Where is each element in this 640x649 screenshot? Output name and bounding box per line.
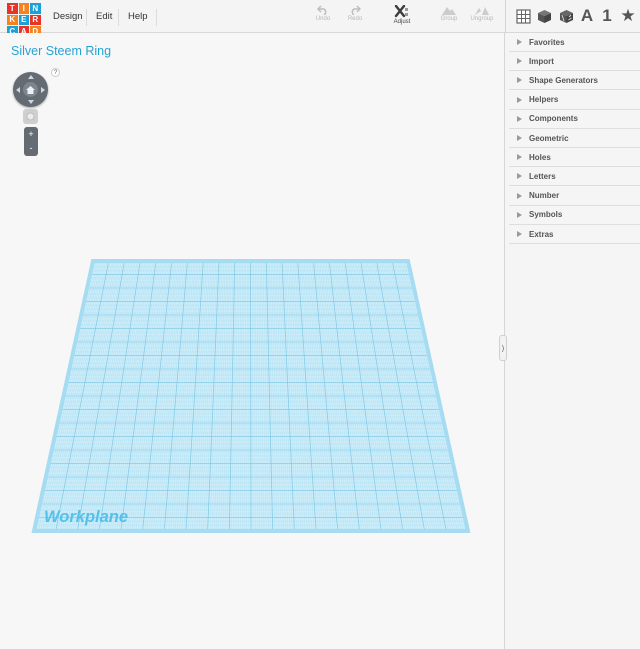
ungroup-label: Ungroup xyxy=(470,16,494,22)
undo-icon xyxy=(317,5,327,15)
workplane-canvas[interactable]: Workplane xyxy=(0,33,504,649)
category-helpers[interactable]: Helpers xyxy=(509,91,640,110)
category-label: Letters xyxy=(529,171,556,181)
expand-arrow-icon xyxy=(517,154,522,161)
category-symbols[interactable]: Symbols xyxy=(509,206,640,225)
category-letters[interactable]: Letters xyxy=(509,167,640,187)
workplane-label: Workplane xyxy=(44,508,128,526)
category-label: Components xyxy=(529,114,578,124)
category-label: Symbols xyxy=(529,210,563,220)
redo-label: Redo xyxy=(347,16,363,22)
home-view-button[interactable] xyxy=(23,82,38,97)
menu-help[interactable]: Help xyxy=(123,0,153,33)
fit-view-icon xyxy=(26,112,35,121)
category-import[interactable]: Import xyxy=(509,52,640,72)
logo-letter: T xyxy=(7,3,18,14)
expand-arrow-icon xyxy=(517,58,522,65)
collapse-panel-button[interactable]: ⟩ xyxy=(499,335,507,361)
category-label: Holes xyxy=(529,152,551,162)
expand-arrow-icon xyxy=(517,135,522,141)
logo-letter: I xyxy=(18,3,29,14)
zoom-controls: + - xyxy=(24,127,38,156)
expand-arrow-icon xyxy=(517,77,522,84)
ungroup-icon xyxy=(475,7,489,15)
category-shape-generators[interactable]: Shape Generators xyxy=(509,71,640,91)
category-extras[interactable]: Extras xyxy=(509,225,640,244)
category-label: Helpers xyxy=(529,95,559,105)
project-title[interactable]: Silver Steem Ring xyxy=(11,44,111,58)
undo-button[interactable]: Undo xyxy=(306,5,340,22)
category-label: Shape Generators xyxy=(529,75,598,85)
design-workspace[interactable]: Workplane Silver Steem Ring ? + - xyxy=(0,33,504,649)
category-holes[interactable]: Holes xyxy=(509,148,640,168)
category-geometric[interactable]: Geometric xyxy=(509,129,640,148)
expand-arrow-icon xyxy=(517,96,522,103)
category-number[interactable]: Number xyxy=(509,187,640,206)
expand-arrow-icon xyxy=(517,39,522,45)
expand-arrow-icon xyxy=(517,192,522,199)
expand-arrow-icon xyxy=(517,211,522,218)
orbit-left-icon[interactable] xyxy=(16,86,20,93)
category-label: Favorites xyxy=(529,37,565,47)
category-label: Extras xyxy=(529,229,554,239)
zoom-out-button[interactable]: - xyxy=(24,141,38,155)
menu-design[interactable]: Design xyxy=(48,0,88,33)
menu-edit[interactable]: Edit xyxy=(91,0,117,33)
menu-divider xyxy=(86,9,87,26)
solid-box-icon[interactable] xyxy=(534,6,554,26)
star-icon[interactable]: ★ xyxy=(618,6,638,26)
toolbar-divider xyxy=(505,0,506,33)
fit-view-button[interactable] xyxy=(23,109,38,124)
help-icon[interactable]: ? xyxy=(51,68,60,77)
view-cube-navigator[interactable] xyxy=(13,72,48,107)
undo-label: Undo xyxy=(315,16,331,22)
redo-button[interactable]: Redo xyxy=(338,5,372,22)
logo-letter: K xyxy=(7,14,18,25)
ungroup-button[interactable]: Ungroup xyxy=(465,5,499,22)
menu-divider xyxy=(156,9,157,26)
menu-divider xyxy=(118,9,119,26)
textured-box-icon[interactable] xyxy=(556,6,576,26)
expand-arrow-icon xyxy=(517,231,522,237)
zoom-in-button[interactable]: + xyxy=(24,127,38,141)
top-toolbar: TINKERCAD Design Edit Help Undo Redo Adj… xyxy=(0,0,640,37)
grid-view-icon[interactable] xyxy=(513,6,533,26)
group-icon xyxy=(442,7,456,15)
category-label: Geometric xyxy=(529,133,569,143)
workplane-major-grid xyxy=(34,261,468,531)
shapes-panel: Favorites Import Shape Generators Helpers Co… xyxy=(504,33,640,649)
expand-arrow-icon xyxy=(517,173,522,180)
group-button[interactable]: Group xyxy=(432,5,466,22)
logo-letter: N xyxy=(30,3,41,14)
adjust-button[interactable]: Adjust xyxy=(385,5,419,25)
category-label: Number xyxy=(529,191,560,201)
group-label: Group xyxy=(440,16,458,22)
adjust-icon xyxy=(394,5,408,18)
logo-letter: R xyxy=(30,14,41,25)
category-favorites[interactable]: Favorites xyxy=(509,33,640,52)
adjust-label: Adjust xyxy=(393,19,411,25)
category-label: Import xyxy=(529,56,554,66)
tinkercad-logo[interactable]: TINKERCAD xyxy=(7,3,41,37)
number-shapes-icon[interactable]: 1 xyxy=(597,6,617,26)
logo-letter: E xyxy=(18,14,29,25)
orbit-down-icon[interactable] xyxy=(27,100,34,104)
category-components[interactable]: Components xyxy=(509,110,640,129)
redo-icon xyxy=(351,5,361,15)
text-shapes-icon[interactable]: A xyxy=(577,6,597,26)
home-icon xyxy=(26,85,35,94)
orbit-right-icon[interactable] xyxy=(41,86,45,93)
expand-arrow-icon xyxy=(517,115,522,122)
orbit-up-icon[interactable] xyxy=(27,75,34,79)
